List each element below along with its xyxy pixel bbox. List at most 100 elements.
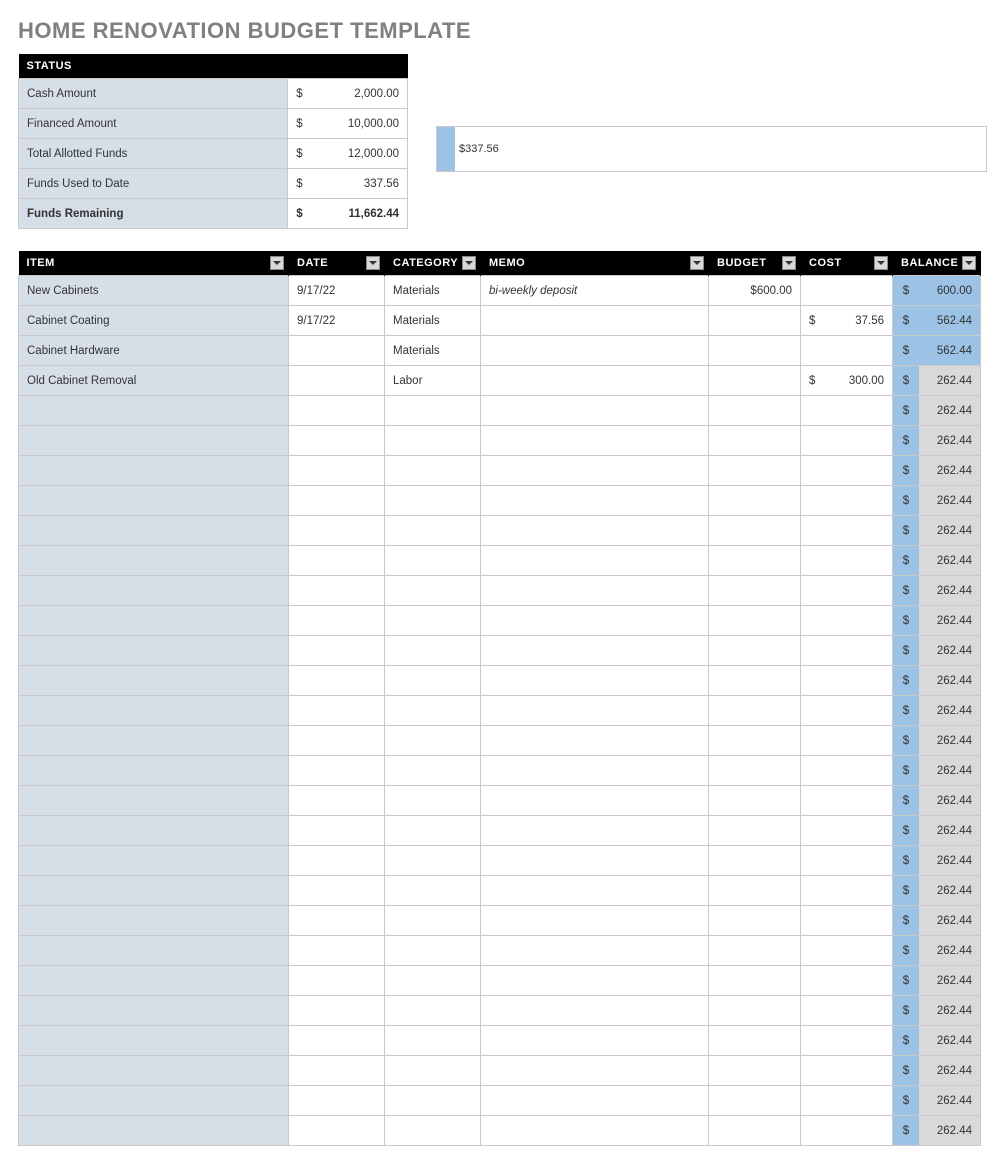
cell-memo[interactable] — [481, 396, 709, 426]
cell-item[interactable] — [19, 1116, 289, 1146]
cell-balance[interactable]: $262.44 — [893, 456, 981, 486]
cell-budget[interactable] — [709, 1116, 801, 1146]
cell-budget[interactable] — [709, 486, 801, 516]
cell-cost[interactable] — [801, 666, 893, 696]
cell-balance[interactable]: $262.44 — [893, 606, 981, 636]
cell-balance[interactable]: $562.44 — [893, 306, 981, 336]
cell-category[interactable] — [385, 576, 481, 606]
cell-date[interactable] — [289, 906, 385, 936]
cell-date[interactable] — [289, 366, 385, 396]
cell-balance[interactable]: $262.44 — [893, 576, 981, 606]
cell-budget[interactable] — [709, 846, 801, 876]
cell-date[interactable] — [289, 396, 385, 426]
filter-icon[interactable] — [270, 256, 284, 270]
filter-icon[interactable] — [962, 256, 976, 270]
cell-item[interactable] — [19, 636, 289, 666]
cell-item[interactable] — [19, 1026, 289, 1056]
cell-category[interactable] — [385, 606, 481, 636]
col-category[interactable]: CATEGORY — [385, 251, 481, 276]
cell-category[interactable] — [385, 396, 481, 426]
cell-category[interactable] — [385, 1026, 481, 1056]
cell-item[interactable] — [19, 816, 289, 846]
cell-cost[interactable] — [801, 1056, 893, 1086]
cell-memo[interactable] — [481, 1056, 709, 1086]
cell-date[interactable] — [289, 546, 385, 576]
cell-balance[interactable]: $262.44 — [893, 546, 981, 576]
cell-item[interactable] — [19, 546, 289, 576]
cell-category[interactable] — [385, 1086, 481, 1116]
col-date[interactable]: DATE — [289, 251, 385, 276]
cell-budget[interactable] — [709, 1086, 801, 1116]
cell-memo[interactable] — [481, 726, 709, 756]
cell-item[interactable] — [19, 456, 289, 486]
cell-budget[interactable] — [709, 696, 801, 726]
cell-item[interactable] — [19, 846, 289, 876]
cell-item[interactable] — [19, 936, 289, 966]
cell-category[interactable] — [385, 786, 481, 816]
cell-budget[interactable] — [709, 906, 801, 936]
cell-item[interactable] — [19, 666, 289, 696]
cell-cost[interactable] — [801, 396, 893, 426]
cell-memo[interactable] — [481, 846, 709, 876]
cell-category[interactable] — [385, 546, 481, 576]
cell-cost[interactable] — [801, 636, 893, 666]
status-label[interactable]: Cash Amount — [19, 79, 288, 109]
cell-balance[interactable]: $262.44 — [893, 786, 981, 816]
cell-balance[interactable]: $262.44 — [893, 1056, 981, 1086]
cell-budget[interactable] — [709, 756, 801, 786]
cell-memo[interactable] — [481, 786, 709, 816]
cell-date[interactable] — [289, 696, 385, 726]
status-label[interactable]: Total Allotted Funds — [19, 139, 288, 169]
cell-date[interactable]: 9/17/22 — [289, 276, 385, 306]
cell-cost[interactable] — [801, 276, 893, 306]
cell-memo[interactable] — [481, 336, 709, 366]
cell-item[interactable] — [19, 1086, 289, 1116]
cell-memo[interactable] — [481, 606, 709, 636]
cell-budget[interactable] — [709, 786, 801, 816]
cell-cost[interactable] — [801, 966, 893, 996]
col-cost[interactable]: COST — [801, 251, 893, 276]
cell-budget[interactable] — [709, 396, 801, 426]
cell-item[interactable]: Old Cabinet Removal — [19, 366, 289, 396]
cell-balance[interactable]: $262.44 — [893, 1116, 981, 1146]
cell-item[interactable]: Cabinet Hardware — [19, 336, 289, 366]
cell-date[interactable] — [289, 456, 385, 486]
cell-budget[interactable] — [709, 1026, 801, 1056]
cell-date[interactable] — [289, 1116, 385, 1146]
cell-cost[interactable] — [801, 576, 893, 606]
cell-item[interactable] — [19, 606, 289, 636]
status-value[interactable]: $11,662.44 — [288, 199, 408, 229]
status-value[interactable]: $337.56 — [288, 169, 408, 199]
cell-memo[interactable] — [481, 1026, 709, 1056]
cell-budget[interactable] — [709, 546, 801, 576]
cell-balance[interactable]: $262.44 — [893, 936, 981, 966]
cell-budget[interactable] — [709, 516, 801, 546]
cell-date[interactable] — [289, 816, 385, 846]
cell-date[interactable] — [289, 606, 385, 636]
cell-balance[interactable]: $262.44 — [893, 366, 981, 396]
cell-budget[interactable] — [709, 966, 801, 996]
cell-cost[interactable] — [801, 696, 893, 726]
cell-cost[interactable] — [801, 756, 893, 786]
cell-budget[interactable] — [709, 606, 801, 636]
cell-memo[interactable] — [481, 636, 709, 666]
status-value[interactable]: $12,000.00 — [288, 139, 408, 169]
cell-date[interactable] — [289, 726, 385, 756]
cell-cost[interactable] — [801, 906, 893, 936]
cell-item[interactable] — [19, 966, 289, 996]
cell-balance[interactable]: $262.44 — [893, 846, 981, 876]
cell-memo[interactable] — [481, 696, 709, 726]
cell-balance[interactable]: $262.44 — [893, 1026, 981, 1056]
cell-balance[interactable]: $262.44 — [893, 516, 981, 546]
cell-memo[interactable] — [481, 366, 709, 396]
cell-category[interactable] — [385, 426, 481, 456]
cell-category[interactable]: Materials — [385, 306, 481, 336]
cell-balance[interactable]: $262.44 — [893, 696, 981, 726]
cell-memo[interactable] — [481, 936, 709, 966]
cell-budget[interactable] — [709, 726, 801, 756]
cell-balance[interactable]: $262.44 — [893, 966, 981, 996]
cell-category[interactable] — [385, 456, 481, 486]
cell-budget[interactable] — [709, 936, 801, 966]
cell-category[interactable] — [385, 756, 481, 786]
cell-category[interactable] — [385, 1116, 481, 1146]
